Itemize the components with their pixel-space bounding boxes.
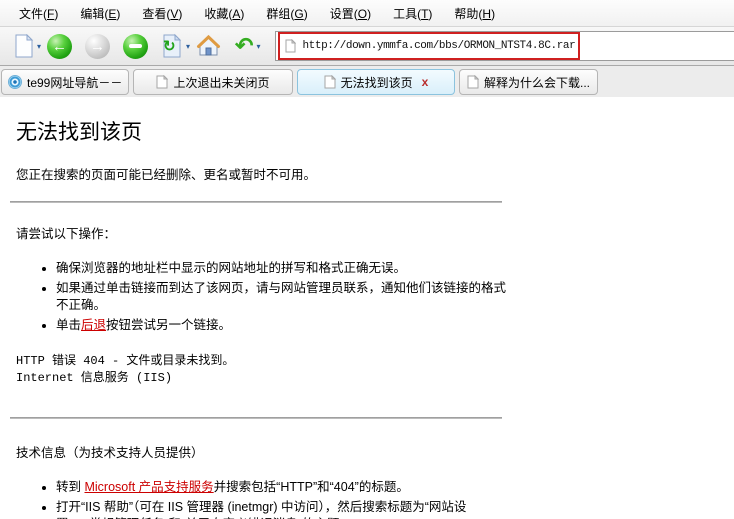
menu-bar: 文件(F) 编辑(E) 查看(V) 收藏(A) 群组(G) 设置(O) 工具(T… <box>0 0 734 27</box>
menu-label: ) <box>116 7 120 21</box>
menu-label: ) <box>491 7 495 21</box>
divider <box>10 417 502 419</box>
list-item: 确保浏览器的地址栏中显示的网站地址的拼写和格式正确无误。 <box>56 260 512 277</box>
divider <box>10 201 502 203</box>
back-link[interactable]: 后退 <box>81 318 106 332</box>
page-icon <box>324 75 336 89</box>
tab-last-session[interactable]: 上次退出未关闭页 <box>133 69 293 95</box>
menu-item-settings[interactable]: 设置(O) <box>319 0 382 27</box>
new-page-icon <box>14 34 34 58</box>
menu-label: ) <box>240 7 244 21</box>
back-button[interactable]: ← <box>47 34 72 59</box>
menu-item-help[interactable]: 帮助(H) <box>443 0 506 27</box>
list-item-text: 并搜索包括“HTTP”和“404”的标题。 <box>214 480 409 494</box>
menu-label: 工具( <box>393 7 421 21</box>
page-content: 无法找到该页 您正在搜索的页面可能已经删除、更名或暂时不可用。 请尝试以下操作：… <box>0 97 734 519</box>
intro-text: 您正在搜索的页面可能已经删除、更名或暂时不可用。 <box>16 167 512 184</box>
menu-label: ) <box>428 7 432 21</box>
chevron-down-icon[interactable]: ▾ <box>37 42 41 51</box>
menu-item-tools[interactable]: 工具(T) <box>382 0 443 27</box>
menu-label: 文件( <box>19 7 47 21</box>
browser-window: 文件(F) 编辑(E) 查看(V) 收藏(A) 群组(G) 设置(O) 工具(T… <box>0 0 734 519</box>
tab-label: 无法找到该页 <box>341 74 413 91</box>
chevron-down-icon[interactable]: ▾ <box>186 42 190 51</box>
menu-label: ) <box>54 7 58 21</box>
menu-label: ) <box>367 7 371 21</box>
tab-te99-nav[interactable]: te99网址导航－－... <box>1 69 129 95</box>
menu-label: 群组( <box>266 7 294 21</box>
navigation-toolbar: ▾ ← → ↻ ▾ ↶ ▾ <box>0 27 734 66</box>
list-item: 如果通过单击链接而到达了该网页，请与网站管理员联系，通知他们该链接的格式不正确。 <box>56 280 512 314</box>
menu-label: ) <box>178 7 182 21</box>
tab-label: 解释为什么会下载... <box>484 74 590 91</box>
stop-button[interactable] <box>123 34 148 59</box>
list-item: 单击后退按钮尝试另一个链接。 <box>56 317 512 334</box>
list-item-text: 转到 <box>56 480 84 494</box>
microsoft-support-link[interactable]: Microsoft 产品支持服务 <box>84 480 213 494</box>
undo-button[interactable]: ↶ <box>231 35 253 57</box>
page-icon <box>156 75 168 89</box>
te99-favicon-icon <box>8 75 22 89</box>
close-icon[interactable]: x <box>422 75 429 89</box>
menu-item-view[interactable]: 查看(V) <box>131 0 193 27</box>
menu-hotkey: G <box>294 7 303 21</box>
menu-label: 编辑( <box>80 7 108 21</box>
list-item-text: 按钮尝试另一个链接。 <box>106 318 231 332</box>
back-icon: ← <box>52 39 67 54</box>
home-button[interactable] <box>196 34 221 58</box>
tab-page-not-found[interactable]: 无法找到该页 x <box>297 69 455 95</box>
new-page-button[interactable] <box>14 34 34 58</box>
iis-line: Internet 信息服务 (IIS) <box>16 370 512 387</box>
refresh-button[interactable]: ↻ <box>161 33 183 60</box>
menu-item-groups[interactable]: 群组(G) <box>255 0 318 27</box>
menu-item-file[interactable]: 文件(F) <box>8 0 69 27</box>
tab-download-explain[interactable]: 解释为什么会下载... <box>459 69 598 95</box>
menu-label: 收藏( <box>204 7 232 21</box>
home-icon <box>196 34 221 58</box>
suggestion-list: 确保浏览器的地址栏中显示的网站地址的拼写和格式正确无误。 如果通过单击链接而到达… <box>10 260 512 334</box>
menu-hotkey: H <box>482 7 491 21</box>
refresh-icon: ↻ <box>163 37 176 55</box>
menu-item-edit[interactable]: 编辑(E) <box>69 0 131 27</box>
menu-item-favorites[interactable]: 收藏(A) <box>193 0 255 27</box>
page-icon <box>467 75 479 89</box>
tab-label: 上次退出未关闭页 <box>173 74 269 91</box>
list-item: 转到 Microsoft 产品支持服务并搜索包括“HTTP”和“404”的标题。 <box>56 479 512 496</box>
list-item: 打开“IIS 帮助”（可在 IIS 管理器 (inetmgr) 中访问），然后搜… <box>56 499 512 519</box>
address-input[interactable] <box>296 40 734 52</box>
http-error-line: HTTP 错误 404 - 文件或目录未找到。 <box>16 353 512 370</box>
menu-label: ) <box>304 7 308 21</box>
stop-icon <box>129 44 142 48</box>
forward-button[interactable]: → <box>85 34 110 59</box>
menu-label: 帮助( <box>454 7 482 21</box>
page-title: 无法找到该页 <box>16 119 512 147</box>
menu-label: 查看( <box>142 7 170 21</box>
address-bar[interactable] <box>275 31 734 61</box>
page-icon <box>285 39 296 53</box>
menu-label: 设置( <box>330 7 358 21</box>
list-item-text: 单击 <box>56 318 81 332</box>
forward-icon: → <box>90 39 105 54</box>
menu-hotkey: O <box>358 7 367 21</box>
tab-label: te99网址导航－－... <box>27 74 122 91</box>
chevron-down-icon[interactable]: ▾ <box>256 42 260 51</box>
tab-bar: te99网址导航－－... 上次退出未关闭页 无法找到该页 x <box>0 66 734 97</box>
tech-list: 转到 Microsoft 产品支持服务并搜索包括“HTTP”和“404”的标题。… <box>10 479 512 519</box>
undo-icon: ↶ <box>235 35 253 57</box>
http-error-block: HTTP 错误 404 - 文件或目录未找到。 Internet 信息服务 (I… <box>16 353 512 388</box>
try-heading: 请尝试以下操作： <box>16 226 512 243</box>
tech-heading: 技术信息（为技术支持人员提供） <box>16 445 512 462</box>
